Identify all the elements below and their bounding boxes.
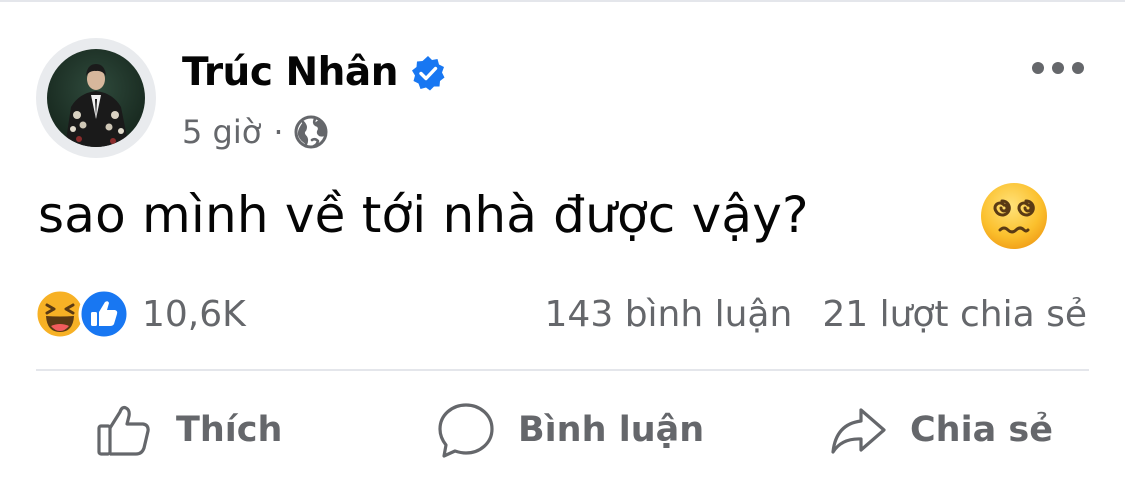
dizzy-face-emoji — [981, 183, 1047, 249]
avatar[interactable] — [47, 49, 145, 147]
meta-separator: · — [273, 113, 284, 151]
like-button[interactable]: Thích — [94, 398, 282, 462]
share-label: Chia sẻ — [910, 410, 1053, 450]
thumbs-up-icon — [97, 405, 150, 456]
comment-bubble-icon — [438, 403, 494, 458]
post-meta: 5 giờ · — [182, 113, 329, 151]
more-options-icon[interactable] — [1030, 54, 1086, 82]
verified-badge-icon — [412, 55, 445, 90]
avatar-photo — [47, 49, 145, 147]
post-text: sao mình về tới nhà được vậy? — [38, 186, 809, 244]
divider — [36, 369, 1089, 371]
reaction-count: 10,6K — [142, 293, 246, 335]
author-name[interactable]: Trúc Nhân — [182, 50, 399, 95]
share-count[interactable]: 21 lượt chia sẻ — [822, 294, 1087, 335]
post-author: Trúc Nhân — [182, 50, 446, 95]
reactions-summary[interactable]: 10,6K — [34, 288, 246, 340]
top-border — [0, 0, 1125, 2]
comment-count[interactable]: 143 bình luận — [545, 294, 793, 335]
post-time[interactable]: 5 giờ — [182, 113, 261, 151]
share-arrow-icon — [831, 408, 886, 454]
globe-icon — [294, 115, 328, 149]
comment-button[interactable]: Bình luận — [436, 398, 704, 462]
engagement-stats: 143 bình luận 21 lượt chia sẻ — [545, 294, 1087, 335]
like-reaction-icon — [78, 288, 130, 340]
share-button[interactable]: Chia sẻ — [828, 398, 1053, 462]
like-label: Thích — [176, 410, 283, 450]
comment-label: Bình luận — [518, 410, 705, 450]
